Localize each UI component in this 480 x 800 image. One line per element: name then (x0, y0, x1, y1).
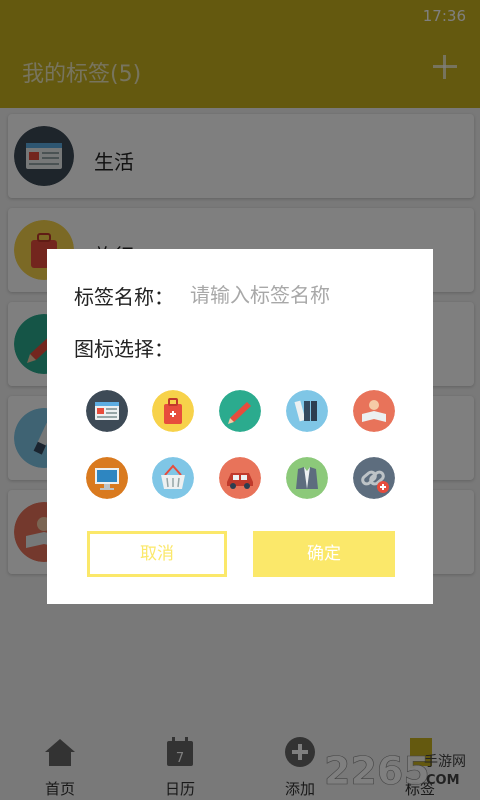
suitcase-icon[interactable] (152, 390, 194, 432)
tag-name-input[interactable] (190, 279, 412, 311)
icon-select-label: 图标选择： (74, 337, 174, 361)
shopping-basket-icon[interactable] (152, 457, 194, 499)
cancel-button[interactable]: 取消 (87, 531, 227, 577)
jacket-icon[interactable] (286, 457, 328, 499)
browser-window-icon[interactable] (86, 390, 128, 432)
pencil-icon[interactable] (219, 390, 261, 432)
car-icon[interactable] (219, 457, 261, 499)
add-tag-dialog: 标签名称： 图标选择： 取消 确定 (47, 249, 433, 604)
tag-name-row: 标签名称： (74, 279, 414, 311)
monitor-icon[interactable] (86, 457, 128, 499)
reading-person-icon[interactable] (353, 390, 395, 432)
link-add-icon[interactable] (353, 457, 395, 499)
confirm-button[interactable]: 确定 (253, 531, 395, 577)
binders-icon[interactable] (286, 390, 328, 432)
tag-name-label: 标签名称： (74, 285, 174, 309)
